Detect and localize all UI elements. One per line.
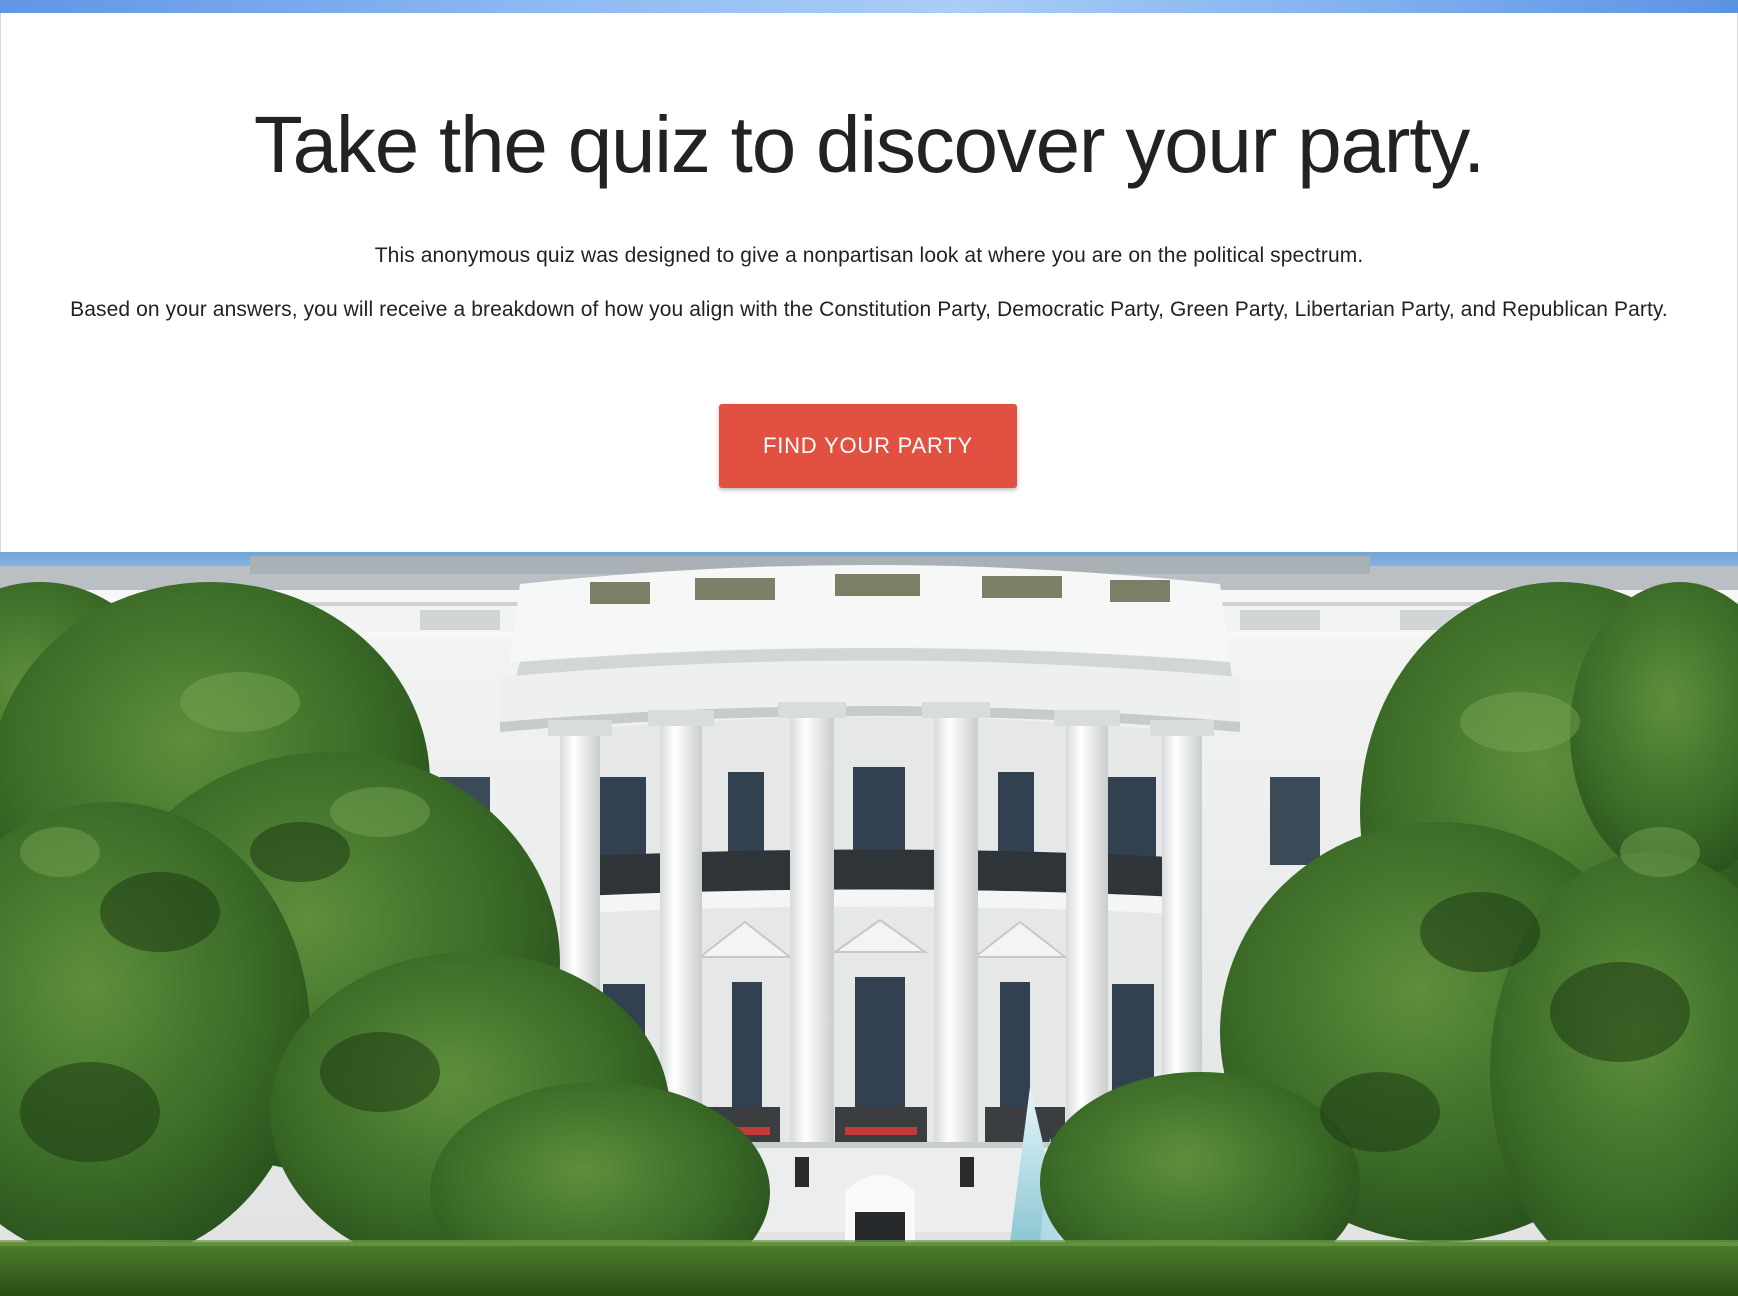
find-your-party-button[interactable]: FIND YOUR PARTY bbox=[719, 404, 1017, 488]
top-header-strip bbox=[0, 0, 1738, 13]
white-house-image bbox=[0, 552, 1738, 1296]
parties-description: Based on your answers, you will receive … bbox=[70, 298, 1668, 321]
page: Take the quiz to discover your party. Th… bbox=[0, 0, 1738, 1296]
page-title: Take the quiz to discover your party. bbox=[253, 100, 1485, 189]
hero-section: Take the quiz to discover your party. Th… bbox=[0, 13, 1738, 552]
quiz-description: This anonymous quiz was designed to give… bbox=[374, 244, 1364, 267]
